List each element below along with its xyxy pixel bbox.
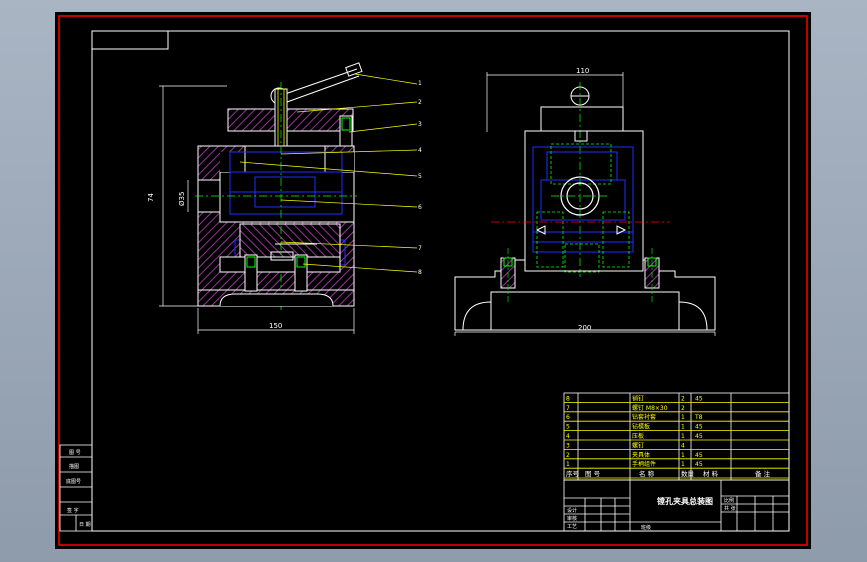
parts-cell-qty: 4: [681, 442, 685, 449]
margin-label-2: 描图: [69, 463, 79, 470]
parts-cell-qty: 2: [681, 395, 685, 402]
margin-label-1: 图 号: [69, 450, 81, 456]
parts-cell-name: 螺钉: [632, 441, 644, 449]
parts-cell-qty: 1: [681, 461, 685, 468]
height-dim: 74: [147, 193, 155, 202]
parts-cell-qty: 1: [681, 424, 685, 431]
parts-cell-material: 45: [695, 395, 703, 402]
margin-label-5: 日 期: [79, 522, 91, 528]
assembly-drawing: 图 号 描图 底图号 签 字 日 期 74 Ø35 150 1 2 3 4 5 …: [58, 15, 808, 546]
front-view: 74 Ø35 150 1 2 3 4 5 6 7 8: [147, 62, 422, 334]
parts-cell-qty: 2: [681, 405, 685, 412]
parts-cell-name: 钻模板: [632, 423, 650, 431]
parts-cell-qty: 1: [681, 433, 685, 440]
cad-viewport[interactable]: 图 号 描图 底图号 签 字 日 期 74 Ø35 150 1 2 3 4 5 …: [55, 12, 811, 549]
parts-cell-name: 压板: [632, 432, 644, 440]
parts-cell-material: T8: [694, 414, 703, 421]
parts-cell-no: 2: [566, 452, 570, 459]
parts-cell-no: 5: [566, 424, 570, 431]
parts-cell-no: 8: [566, 395, 570, 402]
tb-class: 班级: [641, 524, 651, 531]
tb-label-process: 工艺: [567, 524, 577, 530]
leader-2: 2: [418, 99, 422, 106]
parts-cell-qty: 1: [681, 414, 685, 421]
parts-cell-no: 7: [566, 405, 570, 412]
parts-header-cell: 序号: [566, 469, 580, 478]
parts-cell-qty: 1: [681, 452, 685, 459]
top-dim: 110: [576, 67, 589, 75]
corner-box: [91, 30, 169, 50]
parts-cell-name: 销钉: [632, 394, 644, 402]
leader-8: 8: [418, 269, 422, 276]
width-dim: 150: [269, 322, 282, 330]
parts-cell-name: 钻套衬套: [632, 413, 656, 421]
parts-header-cell: 数量: [681, 469, 695, 478]
margin-label-4: 签 字: [67, 507, 79, 514]
tb-label-design: 设计: [567, 507, 577, 514]
drawing-title: 镗孔夹具总装图: [657, 496, 713, 506]
parts-cell-name: 螺钉 M8×30: [632, 404, 668, 412]
tb-scale: 比例: [724, 497, 734, 504]
tb-sheet: 共 张: [724, 505, 736, 512]
parts-cell-material: 45: [695, 452, 703, 459]
tb-label-review: 审核: [567, 515, 577, 522]
leader-4: 4: [418, 147, 422, 154]
bottom-dim: 200: [578, 324, 591, 332]
leader-3: 3: [418, 121, 422, 128]
parts-cell-no: 4: [566, 433, 570, 440]
margin-label-3: 底图号: [66, 478, 81, 485]
parts-header-cell: 备 注: [755, 469, 771, 478]
parts-cell-no: 6: [566, 414, 570, 421]
bore-dim: Ø35: [178, 192, 186, 206]
parts-table: [563, 392, 790, 481]
parts-header-cell: 名 称: [639, 469, 655, 478]
leader-1: 1: [418, 80, 422, 87]
leader-5: 5: [418, 173, 422, 180]
parts-cell-material: 45: [695, 424, 703, 431]
parts-header-cell: 图 号: [585, 470, 601, 478]
parts-cell-material: 45: [695, 461, 703, 468]
leader-6: 6: [418, 204, 422, 211]
parts-cell-material: 45: [695, 433, 703, 440]
parts-cell-no: 3: [566, 442, 570, 449]
parts-header-cell: 材 料: [703, 469, 719, 478]
clamp-plate: [227, 108, 354, 132]
parts-cell-name: 手柄组件: [632, 460, 656, 468]
margin-table: [59, 444, 93, 532]
parts-cell-name: 夹具体: [632, 451, 650, 459]
parts-cell-no: 1: [566, 461, 570, 468]
leader-7: 7: [418, 245, 422, 252]
side-view: 110 200: [454, 67, 716, 336]
